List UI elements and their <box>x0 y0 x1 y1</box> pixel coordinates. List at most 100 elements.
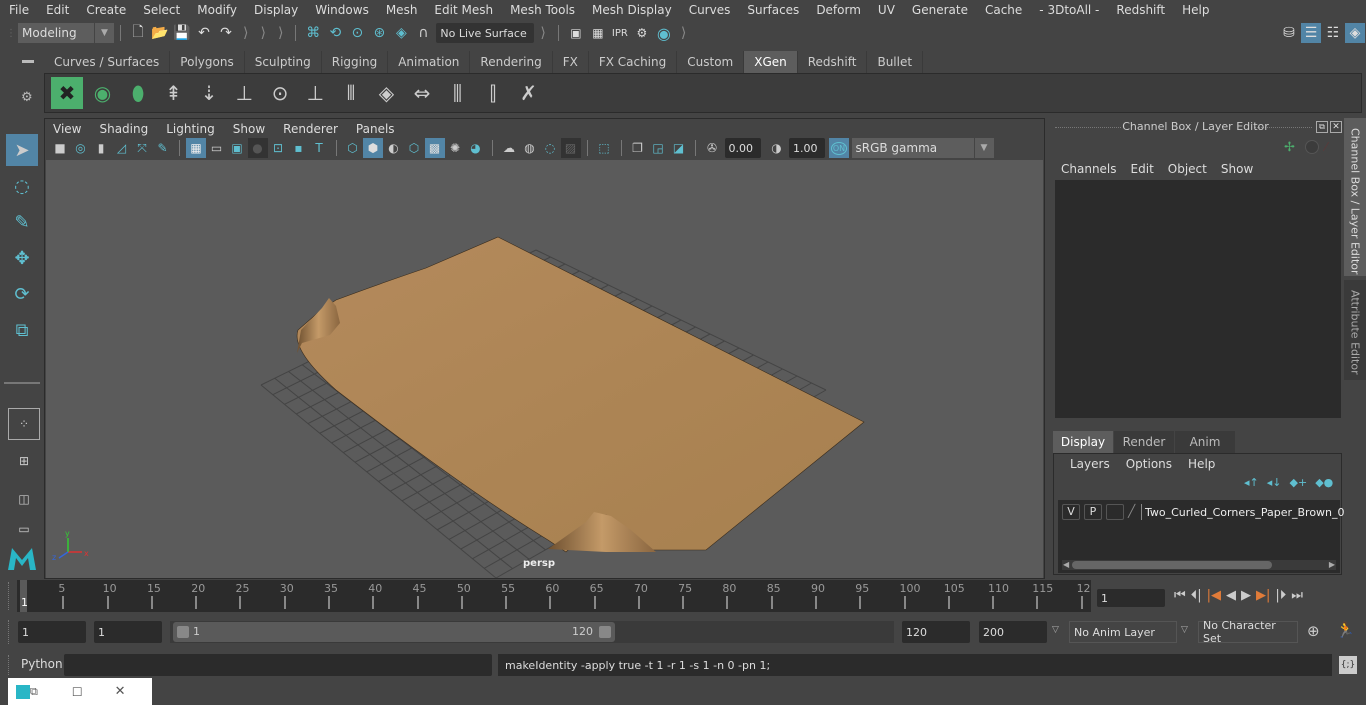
layer-display-type-toggle[interactable] <box>1106 504 1124 520</box>
menu-select[interactable]: Select <box>134 3 188 17</box>
render-settings-icon[interactable]: ⚙ <box>632 23 652 43</box>
menu-mesh-display[interactable]: Mesh Display <box>583 3 680 17</box>
multisample-aa-icon[interactable]: ◌ <box>540 138 560 158</box>
range-slider-start-handle[interactable] <box>177 626 189 638</box>
viewport-menu-shading[interactable]: Shading <box>90 120 157 138</box>
undo-icon[interactable]: ↶ <box>194 23 214 43</box>
collapse-icon[interactable]: ⟩ <box>540 25 545 41</box>
ipr-render-icon[interactable]: IPR <box>610 23 630 43</box>
film-gate-icon[interactable]: ▭ <box>207 138 227 158</box>
play-backward-icon[interactable]: ◀ <box>1226 588 1236 603</box>
scroll-thumb[interactable] <box>1072 561 1272 569</box>
snap-magnet-icon[interactable]: ∩ <box>413 23 433 43</box>
menu-edit-mesh[interactable]: Edit Mesh <box>425 3 501 17</box>
menu-create[interactable]: Create <box>77 3 134 17</box>
layer-menu-options[interactable]: Options <box>1118 455 1180 473</box>
anim-layer-dropdown[interactable]: No Anim Layer <box>1069 621 1177 643</box>
xgen-guide-split-icon[interactable]: ⫴ <box>335 77 367 109</box>
xgen-guide-region-icon[interactable]: ⫿ <box>477 77 509 109</box>
gate-mask-icon[interactable]: ● <box>247 138 268 158</box>
menu-deform[interactable]: Deform <box>807 3 869 17</box>
shelf-tab-polygons[interactable]: Polygons <box>170 51 245 73</box>
go-to-start-icon[interactable]: ⏮ <box>1174 588 1186 603</box>
start-time-field[interactable]: 1 <box>18 621 86 643</box>
render-view-icon[interactable]: ▣ <box>566 23 586 43</box>
hyperbolic-icon[interactable]: ⁄ <box>1325 140 1327 154</box>
snap-live-icon[interactable]: ◈ <box>391 23 411 43</box>
current-frame-field[interactable]: 1 <box>1097 589 1165 607</box>
image-plane-icon[interactable]: ◿ <box>112 138 132 158</box>
shelf-tab-curves-surfaces[interactable]: Curves / Surfaces <box>44 51 171 73</box>
field-chart-icon[interactable]: ⊡ <box>268 138 288 158</box>
layer-list-scrollbar[interactable]: ◀ ▶ <box>1062 560 1336 570</box>
smooth-shade-icon[interactable]: ⬢ <box>363 138 383 158</box>
modeling-toolkit-icon[interactable]: ⛁ <box>1279 23 1299 43</box>
scale-tool-icon[interactable]: ⧉ <box>6 314 38 346</box>
menu-surfaces[interactable]: Surfaces <box>738 3 807 17</box>
move-layer-down-icon[interactable]: ◂↓ <box>1267 476 1282 489</box>
animation-prefs-icon[interactable]: 🏃 <box>1336 621 1355 639</box>
collapse-icon[interactable]: ⟩ <box>243 25 248 41</box>
lasso-select-tool-icon[interactable]: ◌ <box>6 170 38 202</box>
close-icon[interactable]: ✕ <box>115 684 126 699</box>
xgen-groom-patch-icon[interactable]: ◈ <box>371 77 403 109</box>
grease-pencil-icon[interactable]: ✎ <box>153 138 173 158</box>
isolate-select-icon[interactable]: ⬚ <box>594 138 614 158</box>
shelf-tab-redshift[interactable]: Redshift <box>797 51 868 73</box>
xray-joints-icon[interactable]: ◲ <box>648 138 668 158</box>
gamma-field[interactable]: 1.00 <box>789 138 825 158</box>
xgen-select-guides-icon[interactable]: ⫼ <box>442 77 474 109</box>
four-view-layout-icon[interactable]: ⊞ <box>8 445 40 477</box>
new-scene-icon[interactable]: 🗋 <box>128 23 148 43</box>
xgen-lock-guides-icon[interactable]: ⊥ <box>300 77 332 109</box>
layer-playback-toggle[interactable]: P <box>1084 504 1102 520</box>
playback-start-field[interactable]: 1 <box>94 621 162 643</box>
manipulator-icon[interactable]: ✢ <box>1284 140 1295 155</box>
menu-mesh-tools[interactable]: Mesh Tools <box>501 3 583 17</box>
menu-generate[interactable]: Generate <box>903 3 976 17</box>
shelf-tab-fx[interactable]: FX <box>552 51 589 73</box>
menu-windows[interactable]: Windows <box>306 3 377 17</box>
menu-modify[interactable]: Modify <box>188 3 245 17</box>
drag-handle[interactable] <box>8 582 14 610</box>
render-frame-icon[interactable]: ▦ <box>588 23 608 43</box>
shelf-tab-rigging[interactable]: Rigging <box>321 51 389 73</box>
new-empty-layer-icon[interactable]: ◆+ <box>1290 476 1308 489</box>
tool-settings-toggle-icon[interactable]: ☷ <box>1323 23 1343 43</box>
xgen-guide-length-icon[interactable]: ⇔ <box>406 77 438 109</box>
color-space-dropdown[interactable]: sRGB gamma ▼ <box>851 138 994 158</box>
redo-icon[interactable]: ↷ <box>216 23 236 43</box>
viewport-menu-show[interactable]: Show <box>224 120 274 138</box>
xray-icon[interactable]: ❐ <box>628 138 648 158</box>
scroll-right-icon[interactable]: ▶ <box>1329 560 1335 569</box>
shelf-tab-custom[interactable]: Custom <box>677 51 745 73</box>
time-slider[interactable]: 1 5 10 15 20 25 30 35 40 45 50 55 60 65 70 75 80 85 90 95 1… <box>17 580 1091 612</box>
gamma-icon[interactable]: ◑ <box>767 138 787 158</box>
viewport-menu-panels[interactable]: Panels <box>347 120 404 138</box>
channel-box-menu-show[interactable]: Show <box>1215 160 1261 178</box>
playback-end-field[interactable]: 120 <box>902 621 970 643</box>
xgen-hide-preview-icon[interactable]: ⬮ <box>122 77 154 109</box>
range-slider-end-handle[interactable] <box>599 626 611 638</box>
move-tool-icon[interactable]: ✥ <box>6 242 38 274</box>
snap-grid-icon[interactable]: ⌘ <box>303 23 323 43</box>
end-time-field[interactable]: 200 <box>979 621 1047 643</box>
attribute-editor-toggle-icon[interactable]: ☰ <box>1301 23 1321 43</box>
snap-view-plane-icon[interactable]: ⊛ <box>369 23 389 43</box>
use-all-lights-icon[interactable]: ✺ <box>445 138 465 158</box>
shelf-tab-xgen[interactable]: XGen <box>744 51 798 73</box>
color-management-toggle[interactable]: ON <box>829 138 849 158</box>
wireframe-icon[interactable]: ⬡ <box>343 138 363 158</box>
step-forward-key-icon[interactable]: ▶| <box>1256 588 1270 603</box>
new-layer-selected-icon[interactable]: ◆● <box>1315 476 1333 489</box>
viewport-menu-lighting[interactable]: Lighting <box>157 120 224 138</box>
channel-box-menu-channels[interactable]: Channels <box>1055 160 1125 178</box>
shelf-tab-rendering[interactable]: Rendering <box>470 51 553 73</box>
wireframe-on-shaded-icon[interactable]: ⬡ <box>404 138 424 158</box>
screen-space-ao-icon[interactable]: ☁ <box>499 138 519 158</box>
rotate-tool-icon[interactable]: ⟳ <box>6 278 38 310</box>
2d-pan-zoom-icon[interactable]: ⤧ <box>132 138 152 158</box>
layer-tab-render[interactable]: Render <box>1114 431 1174 453</box>
safe-title-icon[interactable]: T <box>309 138 329 158</box>
shadows-icon[interactable]: ◕ <box>466 138 486 158</box>
